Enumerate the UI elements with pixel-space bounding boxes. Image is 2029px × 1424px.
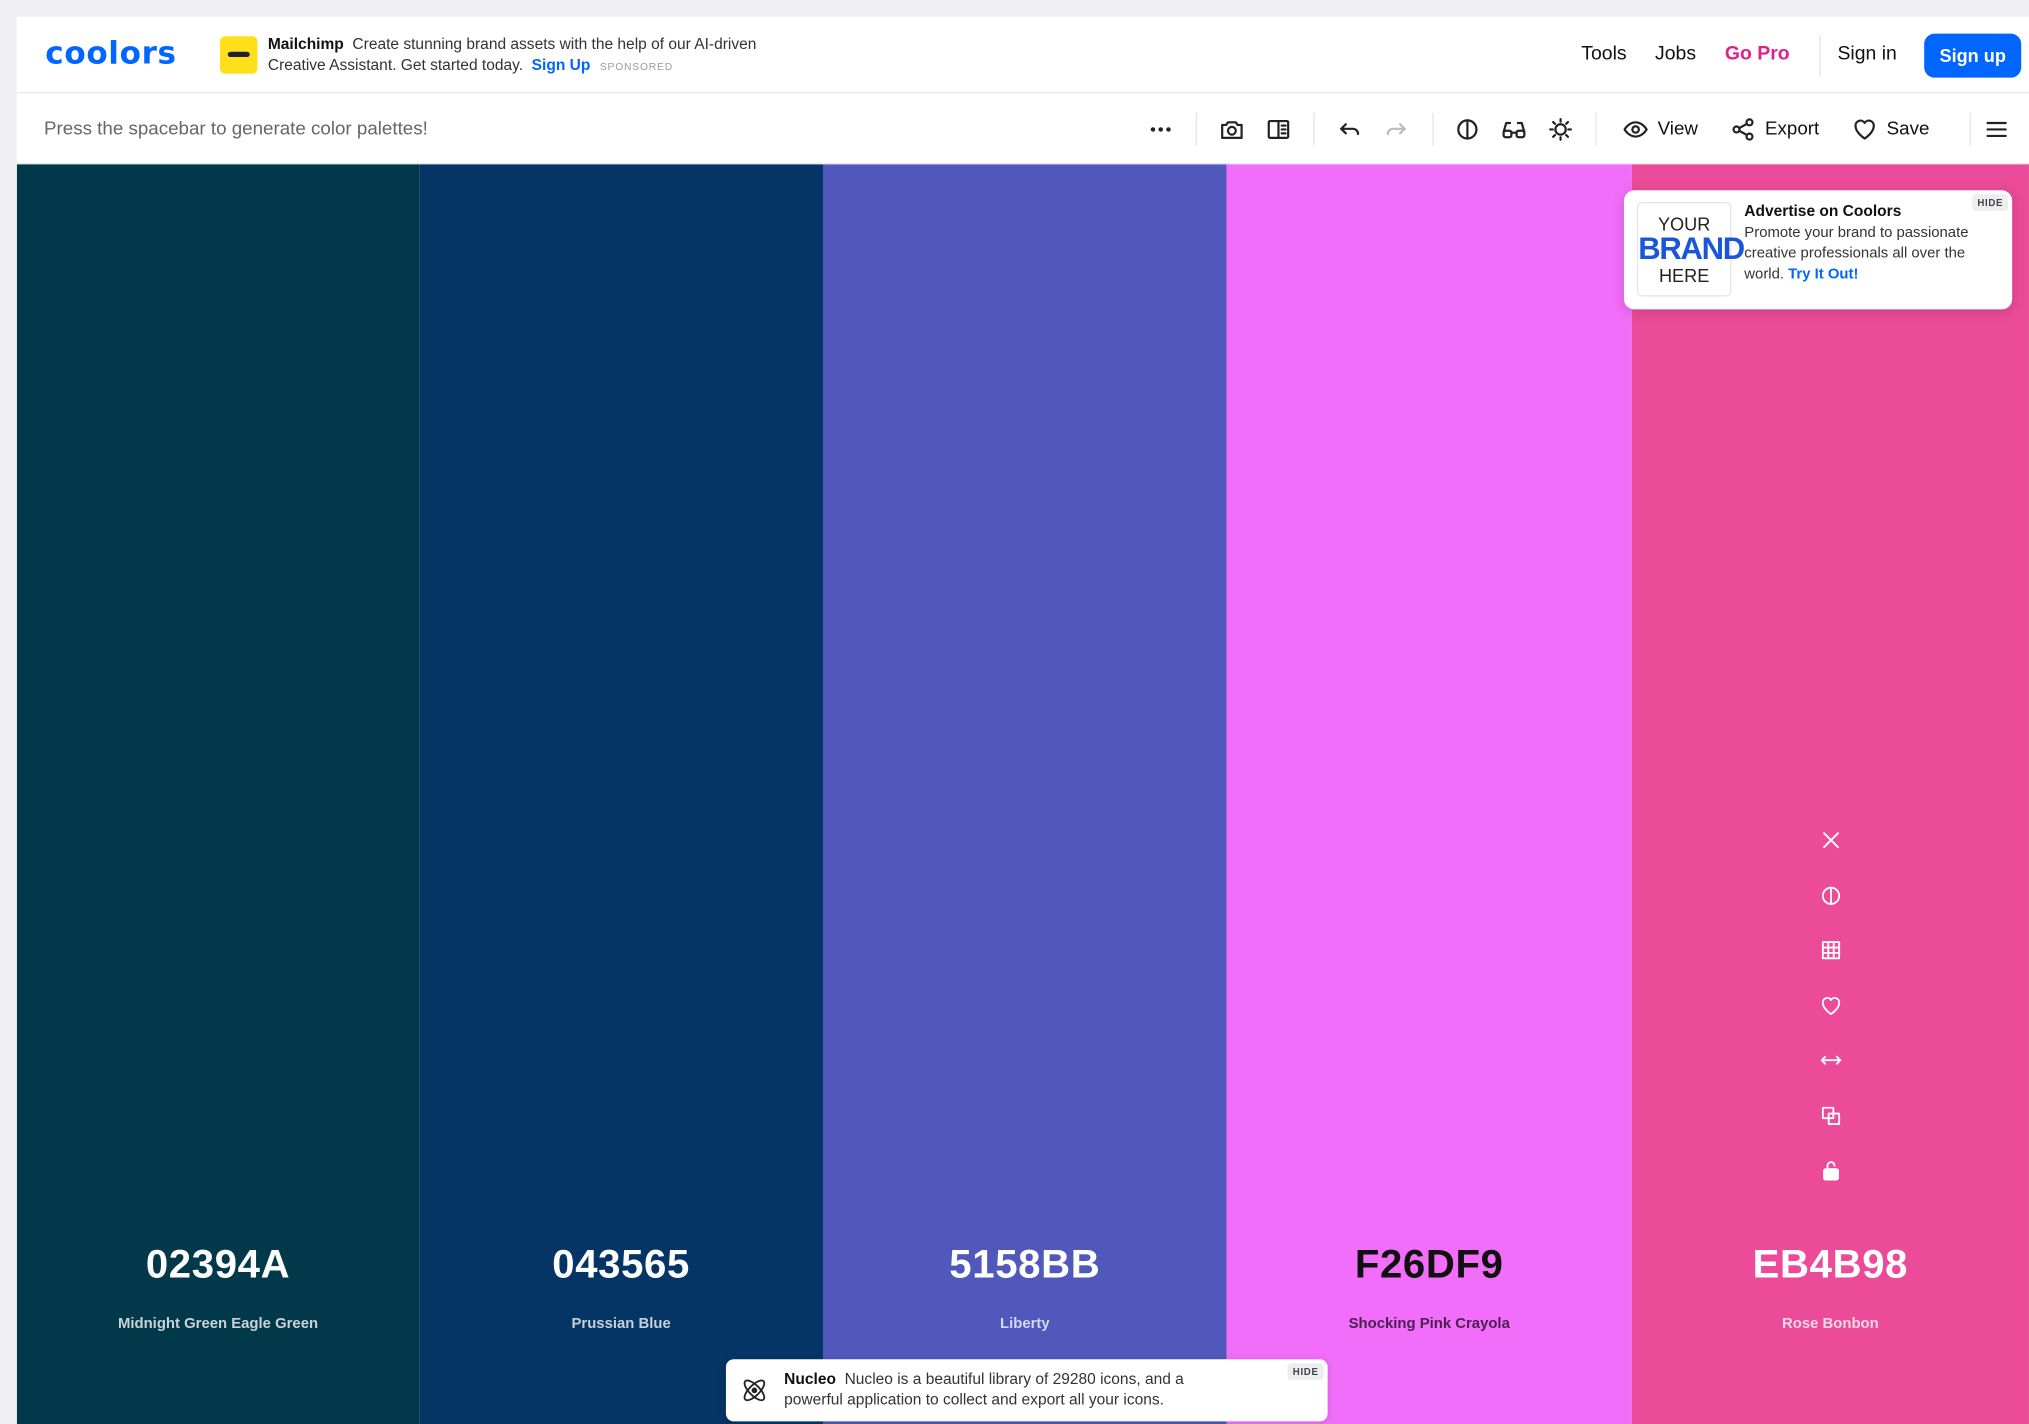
top-nav: coolors Mailchimp Create stunning brand … (16, 16, 2029, 94)
mailchimp-logo (219, 36, 258, 74)
color-swatch[interactable]: 02394A Midnight Green Eagle Green (16, 164, 420, 1424)
copy-icon[interactable] (1815, 1100, 1846, 1131)
camera-icon[interactable] (1216, 113, 1247, 147)
contrast-icon[interactable] (1815, 880, 1846, 911)
color-swatch[interactable]: EB4B98 Rose Bonbon (1631, 164, 2029, 1424)
sign-in-link[interactable]: Sign in (1837, 43, 1896, 65)
ad-signup-link[interactable]: Sign Up (532, 55, 591, 73)
hex-code[interactable]: 043565 (419, 1241, 823, 1288)
hide-ad-button[interactable]: HIDE (1972, 194, 2009, 212)
heart-icon[interactable] (1815, 990, 1846, 1021)
color-name[interactable]: Rose Bonbon (1632, 1317, 2029, 1333)
lock-icon[interactable] (1815, 1155, 1846, 1186)
share-icon (1732, 118, 1754, 141)
color-swatch[interactable]: 5158BB Liberty (822, 164, 1227, 1424)
swatch-actions (1815, 825, 1846, 1210)
atom-icon (739, 1375, 770, 1406)
toolbar: Press the spacebar to generate color pal… (16, 94, 2029, 165)
export-button[interactable]: Export (1730, 113, 1819, 147)
nav-tools[interactable]: Tools (1581, 43, 1626, 65)
hex-code[interactable]: 02394A (17, 1241, 419, 1288)
color-swatch[interactable]: 043565 Prussian Blue (419, 164, 823, 1424)
color-name[interactable]: Prussian Blue (419, 1317, 823, 1333)
nucleo-ad-text: Nucleo Nucleo is a beautiful library of … (784, 1370, 1237, 1410)
coolors-logo[interactable]: coolors (45, 35, 176, 71)
nav-jobs[interactable]: Jobs (1655, 43, 1696, 65)
drag-icon[interactable] (1815, 1045, 1846, 1076)
undo-icon[interactable] (1334, 113, 1365, 147)
toolbar-divider (1595, 112, 1597, 147)
toolbar-divider (1195, 112, 1197, 147)
hex-code[interactable]: EB4B98 (1632, 1241, 2029, 1288)
ad-card-body: Promote your brand to passionate creativ… (1744, 223, 2003, 285)
color-palette: 02394A Midnight Green Eagle Green 043565… (16, 164, 2029, 1424)
color-name[interactable]: Shocking Pink Crayola (1227, 1317, 1632, 1333)
nucleo-body: Nucleo is a beautiful library of 29280 i… (784, 1369, 1184, 1408)
more-icon[interactable] (1145, 113, 1176, 147)
sign-up-button[interactable]: Sign up (1924, 33, 2022, 78)
advertise-card[interactable]: YOUR BRAND HERE Advertise on Coolors Pro… (1623, 190, 2013, 310)
your-brand-here-logo: YOUR BRAND HERE (1636, 201, 1745, 297)
close-icon[interactable] (1815, 825, 1846, 856)
brand-mid: BRAND (1638, 231, 1745, 267)
view-button[interactable]: View (1623, 113, 1698, 147)
menu-icon[interactable] (1981, 113, 2012, 147)
toolbar-divider (1432, 112, 1434, 147)
panel-icon[interactable] (1263, 113, 1294, 147)
coolors-app: coolors Mailchimp Create stunning brand … (16, 16, 2029, 1424)
export-label: Export (1765, 119, 1820, 140)
nucleo-brand: Nucleo (784, 1369, 836, 1388)
nav-go-pro[interactable]: Go Pro (1725, 43, 1790, 65)
contrast-icon[interactable] (1452, 113, 1483, 147)
grid-icon[interactable] (1815, 935, 1846, 966)
brand-bottom: HERE (1658, 265, 1710, 287)
ad-card-title: Advertise on Coolors (1744, 201, 1902, 221)
nucleo-ad[interactable]: Nucleo Nucleo is a beautiful library of … (725, 1359, 1328, 1422)
glasses-icon[interactable] (1498, 113, 1529, 147)
ad-brand: Mailchimp (267, 34, 344, 54)
sun-icon[interactable] (1545, 113, 1576, 147)
eye-icon (1623, 121, 1648, 138)
color-name[interactable]: Liberty (823, 1317, 1227, 1333)
toolbar-divider (1313, 112, 1315, 147)
save-button[interactable]: Save (1852, 113, 1930, 147)
spacebar-hint: Press the spacebar to generate color pal… (43, 119, 428, 140)
sponsored-ad[interactable]: Mailchimp Create stunning brand assets w… (219, 35, 763, 79)
try-it-out-link[interactable]: Try It Out! (1788, 267, 1858, 283)
view-label: View (1657, 119, 1698, 140)
color-swatch[interactable]: F26DF9 Shocking Pink Crayola (1226, 164, 1632, 1424)
redo-icon[interactable] (1381, 113, 1412, 147)
color-name[interactable]: Midnight Green Eagle Green (17, 1317, 419, 1333)
hide-ad-button[interactable]: HIDE (1287, 1363, 1324, 1380)
toolbar-divider (1969, 112, 1971, 147)
save-label: Save (1886, 119, 1930, 140)
hex-code[interactable]: 5158BB (823, 1241, 1227, 1288)
heart-icon (1854, 119, 1875, 140)
sponsored-label: SPONSORED (599, 60, 673, 72)
ad-text: Mailchimp Create stunning brand assets w… (268, 35, 760, 76)
hex-code[interactable]: F26DF9 (1227, 1241, 1632, 1288)
nav-divider (1819, 34, 1821, 77)
